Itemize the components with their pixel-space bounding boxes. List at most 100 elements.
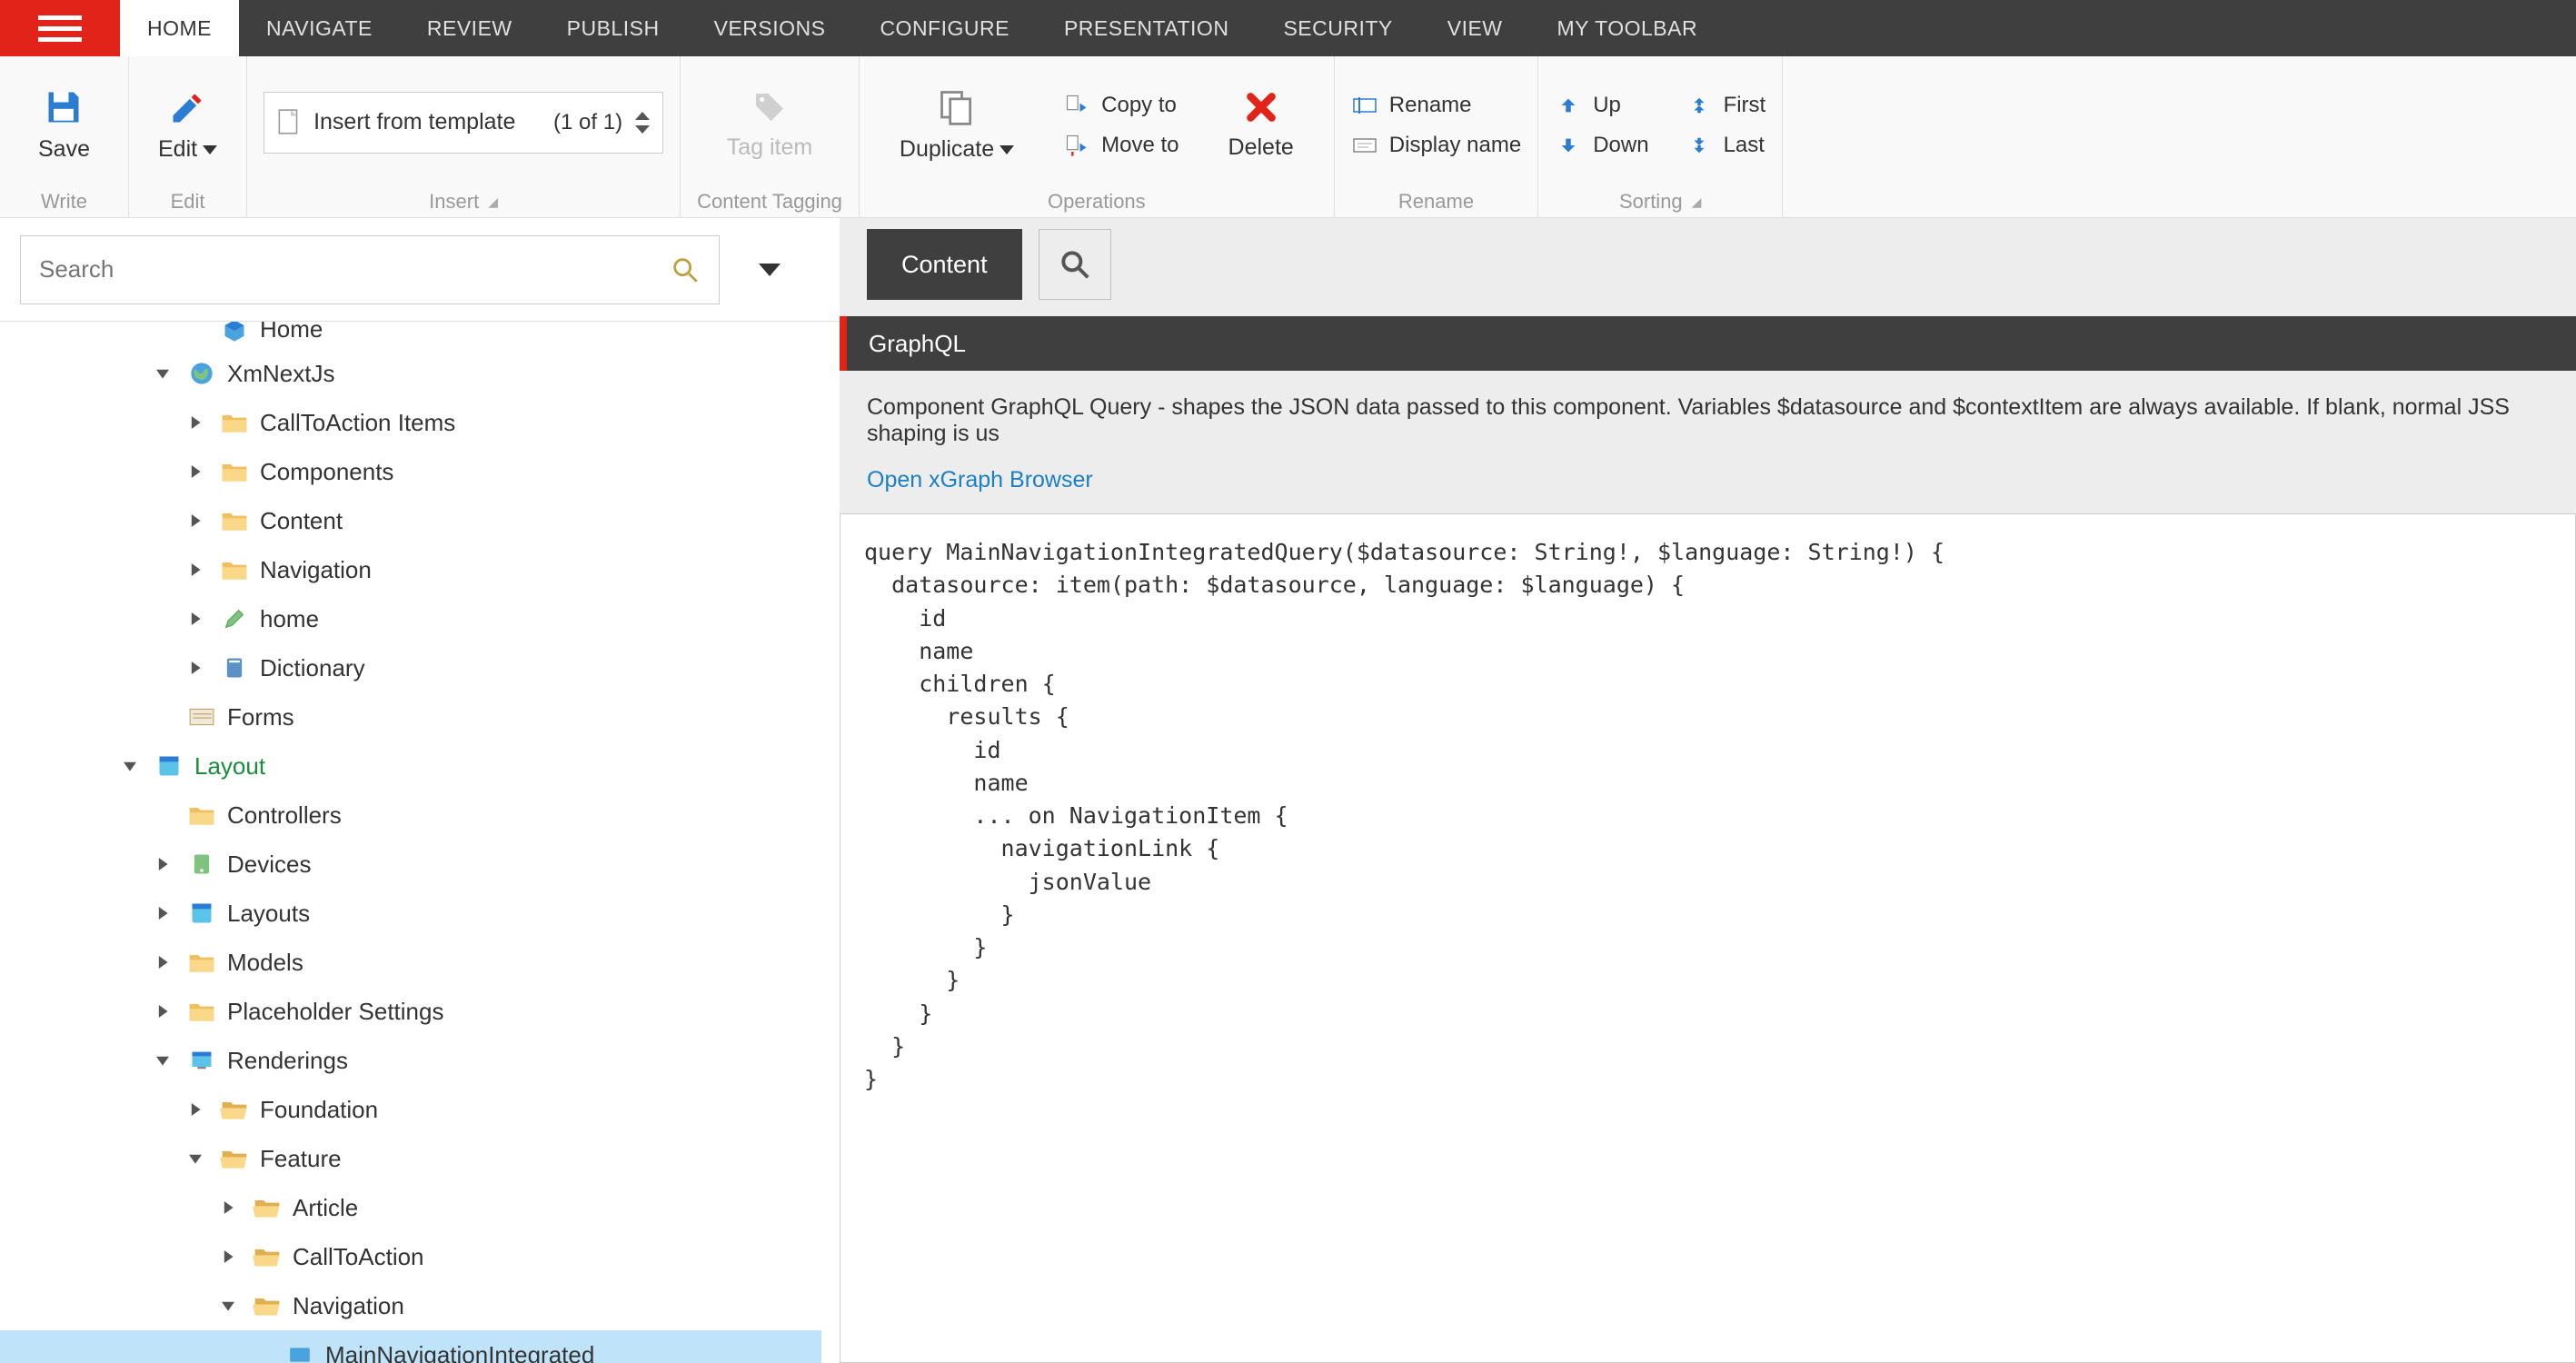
tree-toggle-icon[interactable]	[189, 612, 209, 625]
tree-toggle-icon[interactable]	[156, 1054, 176, 1067]
dialog-launcher-icon[interactable]: ◢	[1692, 194, 1702, 210]
move-to-label: Move to	[1101, 133, 1179, 158]
tree-toggle-icon[interactable]	[156, 367, 176, 380]
tree-node-xmnextjs[interactable]: XmNextJs	[0, 349, 821, 398]
tab-view[interactable]: VIEW	[1420, 0, 1530, 56]
hamburger-menu[interactable]	[0, 0, 120, 56]
edit-group-label: Edit	[171, 190, 205, 214]
tree-node-calltoaction_items[interactable]: CallToAction Items	[0, 398, 821, 447]
tree-toggle-icon[interactable]	[189, 416, 209, 429]
tree-toggle-icon[interactable]	[189, 1152, 209, 1165]
tree-toggle-icon[interactable]	[156, 907, 176, 920]
down-button[interactable]: Down	[1555, 128, 1648, 163]
tree-node-navigation2[interactable]: Navigation	[0, 1281, 821, 1330]
tree-node-controllers[interactable]: Controllers	[0, 791, 821, 840]
tab-publish[interactable]: PUBLISH	[540, 0, 687, 56]
open-xgraph-browser-link[interactable]: Open xGraph Browser	[840, 447, 2576, 513]
tree-node-feature[interactable]: Feature	[0, 1134, 821, 1183]
tree-node-components[interactable]: Components	[0, 447, 821, 496]
tree-icon	[187, 999, 216, 1024]
insert-from-template[interactable]: Insert from template (1 of 1)	[264, 92, 663, 154]
tree-node-foundation[interactable]: Foundation	[0, 1085, 821, 1134]
tree-toggle-icon[interactable]	[156, 956, 176, 969]
tab-content[interactable]: Content	[867, 229, 1022, 300]
tree-label: Renderings	[227, 1047, 348, 1075]
section-header-graphql: GraphQL	[840, 316, 2576, 371]
tree-node-content[interactable]: Content	[0, 496, 821, 545]
tree-toggle-icon[interactable]	[222, 1299, 242, 1312]
tree-node-calltoaction[interactable]: CallToAction	[0, 1232, 821, 1281]
tree-node-home_top[interactable]: Home	[0, 322, 821, 349]
up-button[interactable]: Up	[1555, 88, 1648, 123]
tree-label: Navigation	[293, 1292, 404, 1320]
operations-group-label: Operations	[1048, 190, 1146, 214]
tree-node-models[interactable]: Models	[0, 938, 821, 987]
content-search-button[interactable]	[1039, 229, 1111, 300]
tree-node-layout[interactable]: Layout	[0, 741, 821, 791]
duplicate-button[interactable]: Duplicate	[887, 87, 1027, 163]
tree-toggle-icon[interactable]	[156, 1005, 176, 1018]
tree-node-placeholder_settings[interactable]: Placeholder Settings	[0, 987, 821, 1036]
tab-home[interactable]: HOME	[120, 0, 239, 56]
tree-icon	[220, 1097, 249, 1122]
rename-button[interactable]: Rename	[1351, 88, 1521, 123]
tree-label: Content	[260, 507, 343, 535]
first-label: First	[1724, 93, 1766, 118]
tree-icon	[187, 802, 216, 828]
tab-configure[interactable]: CONFIGURE	[852, 0, 1037, 56]
tree-node-navigation[interactable]: Navigation	[0, 545, 821, 594]
tree-node-article[interactable]: Article	[0, 1183, 821, 1232]
copy-to-button[interactable]: Copy to	[1063, 88, 1179, 123]
tree-toggle-icon[interactable]	[189, 563, 209, 576]
rename-group-label: Rename	[1398, 190, 1474, 214]
tree-toggle-icon[interactable]	[189, 1103, 209, 1116]
tree-node-forms[interactable]: Forms	[0, 692, 821, 741]
tree-icon	[285, 1342, 314, 1363]
graphql-query-editor[interactable]: query MainNavigationIntegratedQuery($dat…	[840, 513, 2576, 1363]
tree-toggle-icon[interactable]	[124, 760, 144, 772]
tab-security[interactable]: SECURITY	[1256, 0, 1419, 56]
tab-review[interactable]: REVIEW	[400, 0, 540, 56]
first-button[interactable]: First	[1686, 88, 1766, 123]
content-tagging-group-label: Content Tagging	[697, 190, 842, 214]
tree-icon	[253, 1293, 282, 1318]
tree-node-main_nav_integrated[interactable]: MainNavigationIntegrated	[0, 1330, 821, 1363]
tree-node-dictionary[interactable]: Dictionary	[0, 643, 821, 692]
search-button[interactable]	[651, 235, 720, 304]
tree-toggle-icon[interactable]	[156, 858, 176, 871]
move-to-button[interactable]: Move to	[1063, 128, 1179, 163]
tree-label: Navigation	[260, 556, 372, 584]
tree-icon	[220, 1146, 249, 1171]
edit-button[interactable]: Edit	[145, 87, 230, 163]
tab-presentation[interactable]: PRESENTATION	[1037, 0, 1257, 56]
tree-label: Layout	[194, 752, 265, 781]
tree-icon	[220, 606, 249, 632]
tree-toggle-icon[interactable]	[189, 662, 209, 674]
filter-dropdown[interactable]	[720, 235, 820, 304]
tree-icon	[187, 900, 216, 926]
delete-button[interactable]: Delete	[1216, 89, 1307, 161]
tab-navigate[interactable]: NAVIGATE	[239, 0, 400, 56]
tree-node-layouts[interactable]: Layouts	[0, 889, 821, 938]
save-button[interactable]: Save	[25, 87, 103, 163]
tree-toggle-icon[interactable]	[222, 1250, 242, 1263]
dialog-launcher-icon[interactable]: ◢	[488, 194, 498, 210]
content-tree[interactable]: HomeXmNextJsCallToAction ItemsComponents…	[0, 322, 840, 1363]
tag-item-label: Tag item	[727, 134, 812, 161]
tab-my-toolbar[interactable]: MY TOOLBAR	[1530, 0, 1726, 56]
tab-versions[interactable]: VERSIONS	[687, 0, 853, 56]
tree-icon	[220, 322, 249, 343]
search-input[interactable]	[20, 235, 651, 304]
insert-spinner[interactable]	[635, 112, 650, 134]
tree-label: Layouts	[227, 900, 310, 928]
display-name-button[interactable]: Display name	[1351, 128, 1521, 163]
last-label: Last	[1724, 133, 1765, 158]
tree-node-home[interactable]: home	[0, 594, 821, 643]
tree-toggle-icon[interactable]	[189, 514, 209, 527]
tree-icon	[187, 1048, 216, 1073]
tree-node-renderings[interactable]: Renderings	[0, 1036, 821, 1085]
tree-toggle-icon[interactable]	[189, 465, 209, 478]
last-button[interactable]: Last	[1686, 128, 1766, 163]
tree-toggle-icon[interactable]	[222, 1201, 242, 1214]
tree-node-devices[interactable]: Devices	[0, 840, 821, 889]
